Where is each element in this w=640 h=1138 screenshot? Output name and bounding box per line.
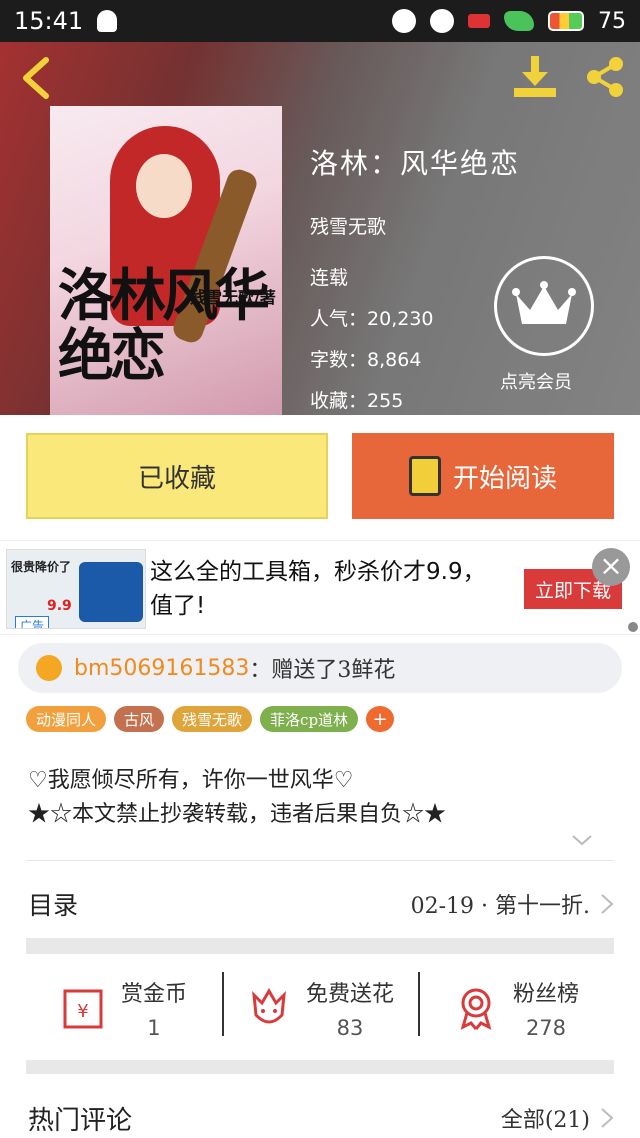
gift-user[interactable]: bm5069161583: [74, 656, 249, 681]
stat-collections-value: 255: [367, 390, 404, 412]
tag-list: 动漫同人 古风 残雪无歌 菲洛cp道林 +: [26, 706, 395, 732]
section-gap: [26, 938, 614, 954]
gift-name: 免费送花: [305, 982, 394, 1007]
tag-item[interactable]: 古风: [114, 706, 165, 732]
tag-item[interactable]: 动漫同人: [26, 706, 107, 732]
chevron-right-icon: [601, 1108, 614, 1128]
qq-icon: [97, 10, 118, 32]
chevron-right-icon: [601, 894, 614, 914]
ad-thumb-price: 9.9: [47, 598, 72, 614]
book-author[interactable]: 残雪无歌: [310, 212, 520, 239]
reward-coins-text: 赏金币 1: [121, 976, 187, 1040]
cover-face: [136, 154, 192, 218]
gift-name: 赏金币: [120, 982, 187, 1007]
signal-icon: [504, 11, 534, 31]
ad-thumb-label: 很贵降价了: [11, 560, 72, 574]
flower-icon: [36, 655, 62, 681]
stat-collections: 收藏：255: [310, 386, 520, 413]
section-gap: [26, 1060, 614, 1074]
status-time: 15:41: [14, 7, 84, 35]
gift-count: 1: [147, 1016, 161, 1040]
toolbox-image: [79, 562, 143, 622]
book-title: 洛林：风华绝恋: [310, 147, 521, 180]
free-flower-text: 免费送花 83: [306, 976, 394, 1040]
status-bar: 15:41 75: [0, 0, 640, 42]
share-icon[interactable]: [582, 54, 628, 100]
start-reading-button[interactable]: 开始阅读: [352, 433, 614, 519]
gift-row: ¥ 赏金币 1 免费送花 83 粉丝榜 278: [26, 960, 614, 1056]
book-description: ♡我愿倾尽所有，许你一世风华♡ ★☆本文禁止抄袭转载，违者后果自负☆★: [28, 764, 446, 832]
ad-text: 这么全的工具箱，秒杀价才9.9，值了!: [150, 559, 486, 619]
action-row: 已收藏 开始阅读: [0, 415, 640, 540]
book-icon: [408, 456, 441, 496]
free-flower-button[interactable]: 免费送花 83: [222, 960, 418, 1056]
vip-label[interactable]: 点亮会员: [500, 368, 572, 394]
divider: [26, 860, 614, 861]
latest-chapter: 02-19 · 第十一折.: [410, 894, 590, 919]
reward-coins-button[interactable]: ¥ 赏金币 1: [26, 960, 222, 1056]
ad-info-icon[interactable]: [628, 622, 638, 632]
add-tag-button[interactable]: +: [366, 706, 395, 732]
ad-close-icon[interactable]: ×: [592, 548, 630, 586]
ad-banner[interactable]: 很贵降价了 9.9 广告 这么全的工具箱，秒杀价才9.9，值了! 立即下载: [0, 540, 640, 635]
description-line: ★☆本文禁止抄袭转载，违者后果自负☆★: [28, 802, 447, 827]
gift-message: ：赠送了3鲜花: [249, 658, 396, 683]
book-status: 连载: [310, 267, 349, 289]
stat-wordcount: 字数：8,864: [310, 345, 520, 372]
stat-popularity-value: 20,230: [367, 308, 434, 330]
tag-item[interactable]: 菲洛cp道林: [260, 706, 359, 732]
alarm-icon: [392, 9, 416, 33]
start-reading-label: 开始阅读: [452, 463, 557, 494]
ad-tag: 广告: [15, 616, 50, 628]
ad-thumbnail: 很贵降价了 9.9 广告: [6, 549, 146, 629]
table-of-contents-row[interactable]: 目录 02-19 · 第十一折.: [28, 884, 614, 924]
vip-crown-button[interactable]: [494, 256, 594, 356]
all-comments-link[interactable]: 全部(21): [501, 1102, 590, 1134]
clock-icon: [430, 9, 454, 33]
crown-icon: [512, 281, 576, 324]
gift-notice: bm5069161583 ：赠送了3鲜花: [18, 643, 622, 693]
stat-wordcount-value: 8,864: [367, 349, 422, 371]
stat-collections-label: 收藏：: [310, 390, 368, 412]
download-icon[interactable]: [512, 54, 558, 100]
chevron-down-icon[interactable]: [570, 828, 594, 852]
book-cover[interactable]: 洛林风华绝恋 残雪无歌/著: [50, 106, 282, 415]
fan-ranking-button[interactable]: 粉丝榜 278: [418, 960, 614, 1056]
book-header: 洛林风华绝恋 残雪无歌/著 洛林：风华绝恋 残雪无歌 连载 人气：20,230 …: [0, 42, 640, 415]
collected-button[interactable]: 已收藏: [26, 433, 328, 519]
battery-icon: [548, 11, 584, 31]
fan-ranking-text: 粉丝榜 278: [513, 976, 579, 1040]
gift-count: 83: [336, 1016, 364, 1040]
gift-count: 278: [525, 1016, 567, 1040]
hot-comments-label: 热门评论: [28, 1105, 133, 1136]
battery-level: 75: [598, 8, 626, 34]
book-info: 洛林：风华绝恋 残雪无歌 连载 人气：20,230 字数：8,864 收藏：25…: [310, 142, 520, 413]
flower-outline-icon: [252, 988, 286, 1024]
status-icons: 75: [392, 9, 626, 34]
description-line: ♡我愿倾尽所有，许你一世风华♡: [28, 768, 354, 793]
cover-author: 残雪无歌/著: [190, 288, 276, 307]
tag-item[interactable]: 残雪无歌: [172, 706, 253, 732]
svg-text:¥: ¥: [77, 1001, 88, 1022]
stat-wordcount-label: 字数：: [310, 349, 368, 371]
red-envelope-icon: ¥: [63, 989, 103, 1029]
medal-icon: [460, 988, 492, 1030]
back-icon[interactable]: [18, 56, 54, 100]
toc-label: 目录: [28, 891, 79, 920]
notification-icon: [468, 14, 490, 28]
stat-popularity-label: 人气：: [310, 308, 368, 330]
gift-name: 粉丝榜: [512, 982, 579, 1007]
hot-comments-row[interactable]: 热门评论 全部(21): [28, 1100, 614, 1136]
stat-popularity: 人气：20,230: [310, 304, 520, 331]
